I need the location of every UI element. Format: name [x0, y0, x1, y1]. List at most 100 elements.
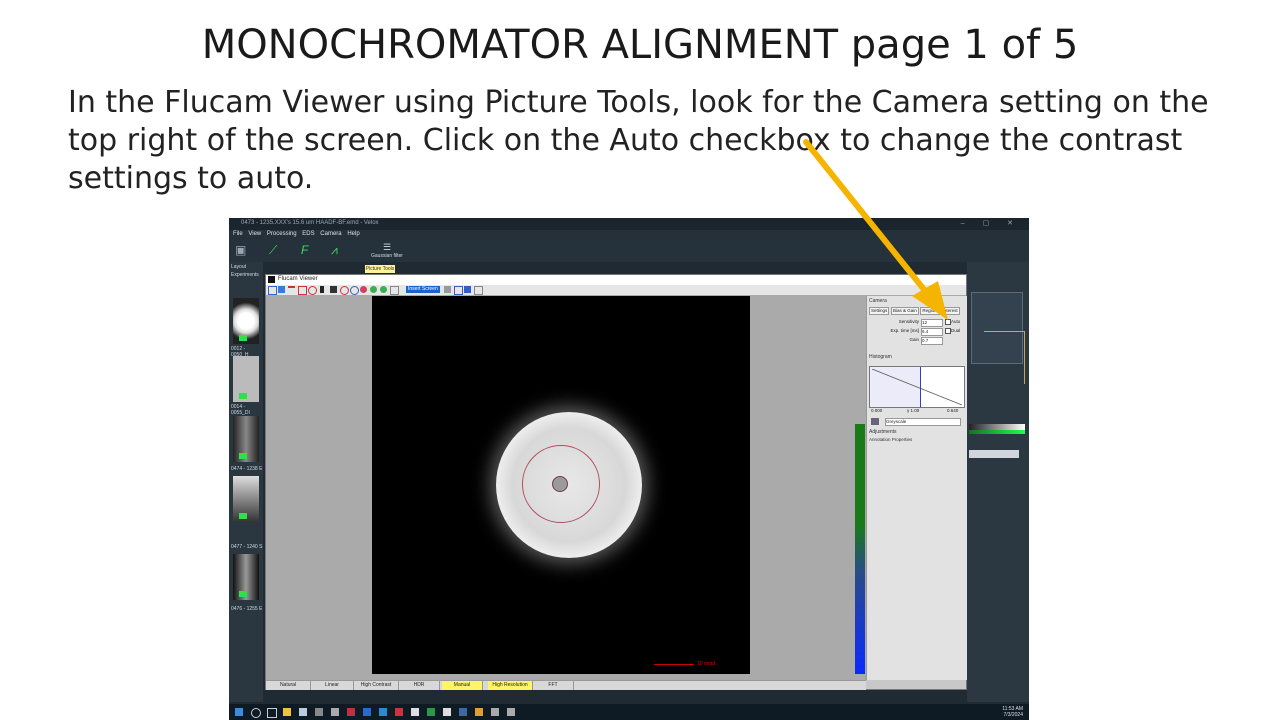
- task-view-icon[interactable]: [267, 708, 277, 718]
- mode-fft[interactable]: FFT: [533, 681, 574, 690]
- exp-time-field[interactable]: 6.4: [921, 328, 943, 336]
- mode-linear[interactable]: Linear: [311, 681, 354, 690]
- gaussian-filter-button[interactable]: ☰ Gaussian filter: [371, 242, 403, 259]
- adjustments-header[interactable]: Adjustments: [869, 429, 897, 435]
- gain-label: Gain: [909, 337, 919, 342]
- flucam-titlebar: Flucam Viewer: [266, 275, 966, 285]
- mode-manual[interactable]: Manual: [442, 681, 483, 690]
- play-icon[interactable]: [370, 286, 377, 293]
- dual-label: Dual: [951, 328, 961, 333]
- taskbar-app-icon[interactable]: [507, 708, 515, 716]
- stop-icon[interactable]: [360, 286, 367, 293]
- taskbar-app-icon[interactable]: [379, 708, 387, 716]
- green-dot-icon[interactable]: [380, 286, 387, 293]
- flucam-viewer-window: Flucam Viewer Insert Screen 10 mrad Natu…: [265, 274, 967, 690]
- thumbnail-marker: [239, 591, 247, 597]
- arrow-icon[interactable]: [444, 286, 451, 293]
- annotation-properties-header[interactable]: Annotation Properties: [869, 437, 912, 442]
- histogram-max: 0.640: [947, 408, 959, 413]
- target-icon[interactable]: [350, 286, 359, 295]
- tab-settings[interactable]: Settings: [869, 307, 890, 315]
- file-explorer-icon[interactable]: [283, 708, 291, 716]
- taskbar-app-icon[interactable]: [443, 708, 451, 716]
- mode-high-contrast[interactable]: High Contrast: [354, 681, 399, 690]
- flucam-toolbar: Insert Screen: [266, 285, 966, 296]
- colormap-icon: [871, 418, 879, 425]
- sensitivity-label: Sensitivity: [898, 319, 919, 324]
- gain-row: Gain 0.7: [869, 337, 965, 345]
- thumbnail[interactable]: [233, 476, 259, 522]
- app-ribbon: ▣ ⟋ F ⩘ ☰ Gaussian filter: [229, 240, 1029, 262]
- camera-icon[interactable]: [330, 286, 337, 293]
- zoom-icon[interactable]: [464, 286, 471, 293]
- thumbnail-marker: [239, 513, 247, 519]
- thumbnail[interactable]: [233, 554, 259, 600]
- slide-instructions: In the Flucam Viewer using Picture Tools…: [68, 85, 1209, 196]
- image-icon[interactable]: ▣: [235, 243, 246, 257]
- thumbnail[interactable]: [233, 298, 259, 344]
- zoom-fit-icon[interactable]: [454, 286, 463, 295]
- camera-settings-panel: Camera Settings Bias & Gain Region of in…: [855, 296, 967, 680]
- tab-region-of-interest[interactable]: Region of interest: [920, 307, 960, 315]
- window-controls[interactable]: – ▢ ✕: [961, 219, 1021, 227]
- tab-bias-gain[interactable]: Bias & Gain: [890, 307, 919, 315]
- rectangle-annotation-icon[interactable]: [298, 286, 307, 295]
- taskbar-app-icon[interactable]: [395, 708, 403, 716]
- layout-tab[interactable]: Layout: [231, 264, 246, 270]
- crosshair-icon[interactable]: [390, 286, 399, 295]
- flucam-image[interactable]: 10 mrad: [372, 296, 750, 674]
- line-annotation-icon[interactable]: [288, 286, 295, 295]
- taskbar-app-icon[interactable]: [411, 708, 419, 716]
- taskbar-app-icon[interactable]: [491, 708, 499, 716]
- menu-view[interactable]: View: [248, 231, 261, 237]
- line-tool-icon[interactable]: ⟋: [269, 243, 277, 258]
- colormap-select[interactable]: Greyscale: [885, 418, 961, 426]
- histogram[interactable]: [869, 366, 965, 408]
- thumbnail[interactable]: [233, 356, 259, 402]
- profile-icon[interactable]: ⩘: [331, 243, 338, 258]
- taskbar-app-icon[interactable]: [347, 708, 355, 716]
- menu-camera[interactable]: Camera: [320, 231, 341, 237]
- camera-tabs: Settings Bias & Gain Region of interest: [869, 307, 965, 315]
- mode-natural[interactable]: Natural: [266, 681, 311, 690]
- app-titlebar: 0473 - 1235.XXX's 15.6 um HAADF-BF.emd -…: [229, 218, 1029, 230]
- mode-hdr[interactable]: HDR: [399, 681, 440, 690]
- start-icon[interactable]: [235, 708, 243, 716]
- circle-annotation-icon[interactable]: [308, 286, 317, 295]
- colormap-dropdown[interactable]: [969, 450, 1019, 458]
- camera-header: Camera: [869, 298, 887, 304]
- histogram-gamma: γ 1.00: [907, 408, 920, 413]
- pause-icon[interactable]: [320, 286, 324, 293]
- image-viewport[interactable]: 10 mrad: [266, 296, 866, 680]
- display-mode-bar: Natural Linear High Contrast HDR Manual …: [266, 680, 866, 690]
- thumbnail[interactable]: [233, 416, 259, 462]
- taskbar-app-icon[interactable]: [299, 708, 307, 716]
- thumbnail-label: 0474 - 1238 E: [231, 466, 263, 472]
- gain-field[interactable]: 0.7: [921, 337, 943, 345]
- insert-screen-button[interactable]: Insert Screen: [406, 286, 440, 293]
- add-tool-icon[interactable]: [278, 286, 285, 293]
- histogram-min: 0.000: [871, 408, 883, 413]
- select-tool-icon[interactable]: [268, 286, 277, 295]
- taskbar-app-icon[interactable]: [315, 708, 323, 716]
- record-icon[interactable]: [340, 286, 349, 295]
- taskbar-clock[interactable]: 11:53 AM 7/3/2024: [1002, 706, 1023, 718]
- taskbar-app-icon[interactable]: [459, 708, 467, 716]
- search-icon[interactable]: [251, 708, 261, 718]
- picture-tools-tab[interactable]: Picture Tools: [365, 265, 395, 273]
- grid-icon[interactable]: [474, 286, 483, 295]
- taskbar-app-icon[interactable]: [331, 708, 339, 716]
- taskbar-app-icon[interactable]: [363, 708, 371, 716]
- menu-processing[interactable]: Processing: [267, 231, 297, 237]
- menu-file[interactable]: File: [233, 231, 243, 237]
- function-icon[interactable]: F: [301, 243, 308, 257]
- taskbar-app-icon[interactable]: [475, 708, 483, 716]
- sensitivity-field[interactable]: 12: [921, 319, 943, 327]
- taskbar-app-icon[interactable]: [427, 708, 435, 716]
- menu-help[interactable]: Help: [347, 231, 359, 237]
- windows-taskbar: 11:53 AM 7/3/2024: [229, 704, 1029, 720]
- thumbnail-marker: [239, 335, 247, 341]
- periodic-table[interactable]: [969, 584, 1027, 664]
- mode-high-resolution[interactable]: High Resolution: [488, 681, 533, 690]
- menu-eds[interactable]: EDS: [302, 231, 314, 237]
